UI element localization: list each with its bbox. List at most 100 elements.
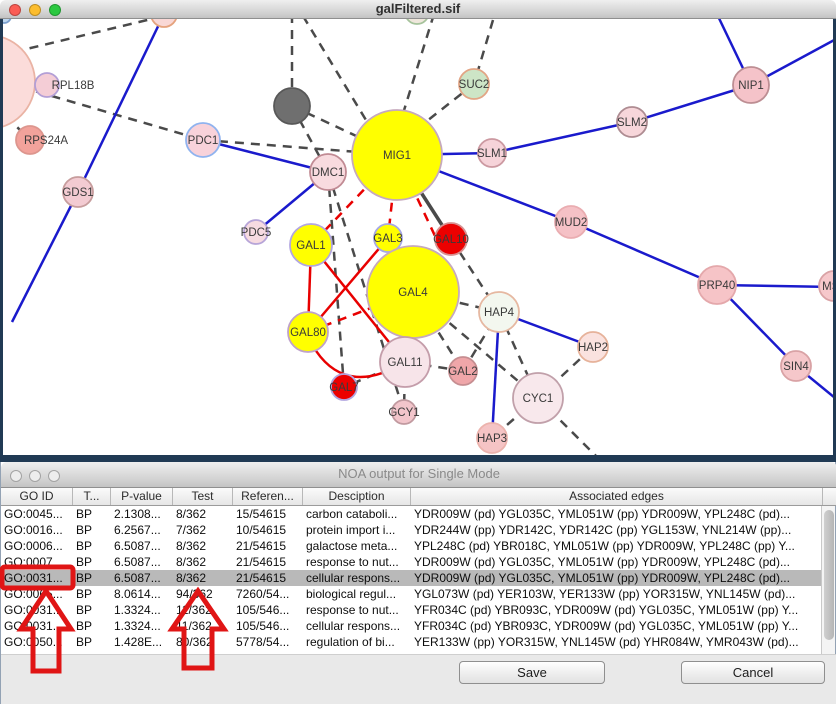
table-cell: GO:0050... [1, 634, 73, 650]
table-cell: BP [73, 602, 111, 618]
node-label-PDC1: PDC1 [188, 135, 219, 147]
network-edge-pp[interactable] [203, 140, 328, 172]
table-header: GO IDT...P-valueTestReferen...Desciption… [1, 487, 836, 506]
table-row[interactable]: GO:0007...BP6.5087...8/36221/54615respon… [1, 554, 823, 570]
table-row[interactable]: GO:0031...BP1.3324...11/362105/546...res… [1, 602, 823, 618]
network-edge-pp[interactable] [78, 14, 164, 192]
table-cell: GO:0031... [1, 602, 73, 618]
table-cell: 8/362 [173, 570, 233, 586]
network-edge-pp[interactable] [492, 122, 632, 153]
node-label-RPL18B: RPL18B [52, 80, 95, 92]
node-label-MIG1: MIG1 [383, 150, 411, 162]
table-cell: 8.0614... [111, 586, 173, 602]
network-edge-pp[interactable] [12, 192, 78, 322]
screen: RPL18BRPS24APDC1GDS1MIG1DMC1SUC2SLM1SLM2… [0, 0, 836, 704]
table-cell: biological regul... [303, 586, 411, 602]
node-label-GAL2: GAL2 [448, 366, 477, 378]
node-left-large-node[interactable] [0, 35, 35, 129]
table-row[interactable]: GO:0031...BP6.5087...8/36221/54615cellul… [1, 570, 823, 586]
table-scrollbar[interactable] [821, 506, 835, 654]
table-cell: BP [73, 506, 111, 522]
node-label-HAP4: HAP4 [484, 307, 515, 319]
network-edge-dd[interactable] [328, 172, 344, 387]
table-cell: BP [73, 570, 111, 586]
table-cell: GO:0007... [1, 554, 73, 570]
table-row[interactable]: GO:0065...BP8.0614...94/3627260/54...bio… [1, 586, 823, 602]
noa-titlebar[interactable]: NOA output for Single Mode [1, 462, 836, 488]
node-label-SLM1: SLM1 [477, 148, 507, 160]
column-header-desciption[interactable]: Desciption [303, 487, 411, 505]
table-row[interactable]: GO:0016...BP6.2567...7/36210/54615protei… [1, 522, 823, 538]
table-cell: YFR034C (pd) YBR093C, YDR009W (pd) YGL03… [411, 602, 823, 618]
table-cell: YDR244W (pp) YDR142C, YDR142C (pp) YGL15… [411, 522, 823, 538]
node-label-PDC5: PDC5 [241, 227, 272, 239]
node-label-GCY1: GCY1 [388, 407, 419, 419]
window-border-left [0, 18, 3, 462]
table-cell: 105/546... [233, 602, 303, 618]
table-cell: galactose meta... [303, 538, 411, 554]
table-cell: 80/362 [173, 634, 233, 650]
node-gray-node[interactable] [274, 88, 310, 124]
table-row[interactable]: GO:0045...BP2.1308...8/36215/54615carbon… [1, 506, 823, 522]
node-label-HAP3: HAP3 [477, 433, 507, 445]
node-label-SUC2: SUC2 [459, 79, 490, 91]
table-cell: 8/362 [173, 506, 233, 522]
network-edge-dd[interactable] [14, 16, 164, 52]
table-cell: cellular respons... [303, 570, 411, 586]
network-window-title: galFiltered.sif [0, 1, 836, 16]
table-row[interactable]: GO:0050...BP1.428E...80/3625778/54...reg… [1, 634, 823, 650]
table-cell: GO:0031... [1, 570, 73, 586]
column-header-pvalue[interactable]: P-value [111, 487, 173, 505]
node-label-GAL11: GAL11 [388, 357, 423, 369]
table-cell: 11/362 [173, 618, 233, 634]
column-header-referen[interactable]: Referen... [233, 487, 303, 505]
node-label-MUD2: MUD2 [555, 217, 588, 229]
node-label-GDS1: GDS1 [62, 187, 93, 199]
table-cell: 1.3324... [111, 618, 173, 634]
cancel-button[interactable]: Cancel [681, 661, 825, 684]
network-edge-dd[interactable] [303, 16, 372, 130]
node-label-HAP2: HAP2 [578, 342, 608, 354]
table-cell: YDR009W (pd) YGL035C, YML051W (pp) YDR00… [411, 570, 823, 586]
table-cell: YPL248C (pd) YBR018C, YML051W (pp) YDR00… [411, 538, 823, 554]
column-header-associatededges[interactable]: Associated edges [411, 487, 823, 505]
noa-window-title: NOA output for Single Mode [1, 466, 836, 481]
table-cell: GO:0016... [1, 522, 73, 538]
node-label-SLM2: SLM2 [617, 117, 647, 129]
table-cell: GO:0045... [1, 506, 73, 522]
table-cell: 21/54615 [233, 538, 303, 554]
table-cell: YDR009W (pd) YGL035C, YML051W (pp) YDR00… [411, 506, 823, 522]
network-titlebar[interactable]: galFiltered.sif [0, 0, 836, 19]
table-cell: 6.5087... [111, 570, 173, 586]
table-cell: 11/362 [173, 602, 233, 618]
table-cell: BP [73, 586, 111, 602]
network-svg: RPL18BRPS24APDC1GDS1MIG1DMC1SUC2SLM1SLM2… [0, 0, 836, 462]
table-cell: BP [73, 554, 111, 570]
table-cell: YFR034C (pd) YBR093C, YDR009W (pd) YGL03… [411, 618, 823, 634]
table-cell: 6.2567... [111, 522, 173, 538]
table-cell: YER133W (pp) YOR315W, YNL145W (pd) YHR08… [411, 634, 823, 650]
table-cell: 21/54615 [233, 554, 303, 570]
table-cell: BP [73, 618, 111, 634]
node-label-GAL10: GAL10 [433, 234, 469, 246]
node-label-CYC1: CYC1 [523, 393, 554, 405]
network-edge-dd[interactable] [401, 14, 434, 120]
scrollbar-thumb[interactable] [824, 510, 834, 640]
node-label-GAL80: GAL80 [290, 327, 326, 339]
network-edge-pp[interactable] [571, 222, 717, 285]
column-header-t[interactable]: T... [73, 487, 111, 505]
noa-window: NOA output for Single Mode GO IDT...P-va… [0, 462, 836, 704]
save-button[interactable]: Save [459, 661, 605, 684]
table-cell: 15/54615 [233, 506, 303, 522]
table-row[interactable]: GO:0006...BP6.5087...8/36221/54615galact… [1, 538, 823, 554]
table-cell: 94/362 [173, 586, 233, 602]
table-cell: 8/362 [173, 554, 233, 570]
table-cell: 7260/54... [233, 586, 303, 602]
table-row[interactable]: GO:0031...BP1.3324...11/362105/546...cel… [1, 618, 823, 634]
column-header-test[interactable]: Test [173, 487, 233, 505]
column-header-goid[interactable]: GO ID [1, 487, 73, 505]
table-cell: carbon cataboli... [303, 506, 411, 522]
table-cell: 5778/54... [233, 634, 303, 650]
table-cell: 1.3324... [111, 602, 173, 618]
node-label-NIP1: NIP1 [738, 80, 764, 92]
